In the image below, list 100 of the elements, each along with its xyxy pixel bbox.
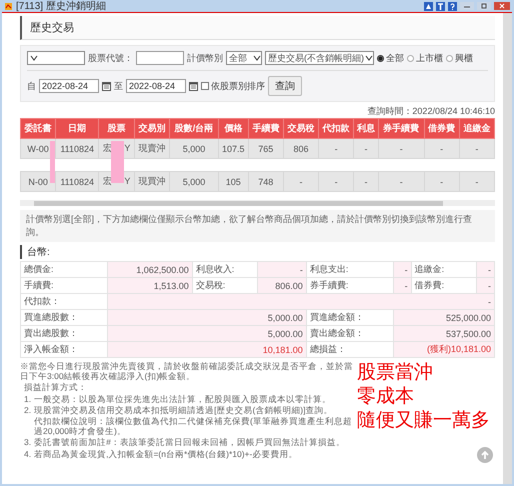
- table-cell: 748: [248, 172, 284, 192]
- radio-button[interactable]: [446, 54, 453, 62]
- column-header: 委託書: [20, 118, 56, 138]
- summary-label: 利息收入:: [192, 262, 258, 278]
- summary-label: 淨入帳金額：: [20, 342, 108, 358]
- summary-value: 525,000.00: [393, 310, 494, 326]
- section-title: 歷史交易: [20, 16, 495, 40]
- dropdown-caret-icon: [30, 53, 38, 63]
- dropdown-caret-icon: [253, 53, 261, 63]
- summary-label: 代扣款：: [20, 294, 108, 310]
- app-icon: [4, 2, 13, 10]
- calendar-icon[interactable]: [102, 82, 111, 90]
- summary-value: 10,181.00: [107, 342, 306, 358]
- summary-value: 5,000.00: [107, 326, 306, 342]
- trade-type-select[interactable]: 歷史交易(不含銷帳明細): [265, 51, 374, 65]
- table-cell: 1110824: [56, 172, 99, 192]
- table-cell: -: [378, 138, 424, 158]
- account-select[interactable]: [27, 51, 85, 65]
- summary-label: 總價金:: [20, 262, 108, 278]
- to-label: 至: [114, 80, 123, 92]
- summary-value: 1,513.00: [107, 278, 192, 294]
- table-cell: -: [318, 172, 354, 192]
- column-header: 代扣款: [318, 118, 354, 138]
- list-number: 4.: [24, 448, 32, 459]
- summary-heading: 台幣:: [20, 245, 495, 259]
- query-button[interactable]: 查詢: [268, 76, 302, 96]
- radio-button[interactable]: [407, 54, 414, 62]
- column-header: 利息: [354, 118, 378, 138]
- table-cell: 5,000: [170, 138, 218, 158]
- column-header: 手續費: [248, 118, 284, 138]
- minimize-icon[interactable]: [460, 2, 474, 10]
- radio-label[interactable]: 全部: [386, 52, 404, 64]
- handwritten-text: 股票當沖: [357, 361, 434, 385]
- currency-note: 計價幣別選[全部]，下方加總欄位僅顯示台幣加總，欲了解台幣商品個項加總，請於計價幣別切換到該幣別進行查詢。: [20, 210, 495, 242]
- calendar-icon[interactable]: [189, 82, 198, 90]
- radio-label[interactable]: 上市櫃: [416, 52, 443, 64]
- column-header: 券手續費: [378, 118, 424, 138]
- table-cell: 1110824: [56, 138, 99, 158]
- currency-select[interactable]: 全部: [226, 51, 262, 65]
- help-icon[interactable]: [448, 2, 457, 10]
- summary-label: 買進總金額：: [306, 310, 394, 326]
- summary-value: -: [393, 262, 412, 278]
- summary-label: 賣出總金額：: [306, 326, 394, 342]
- list-number: 1.: [24, 394, 32, 404]
- radio-button[interactable]: [377, 54, 384, 62]
- column-header: 交易稅: [283, 118, 319, 138]
- table-cell: -: [378, 172, 424, 192]
- list-number: 3.: [24, 437, 32, 448]
- summary-value: -: [476, 262, 494, 278]
- table-cell: 806: [283, 138, 319, 158]
- summary-value: 806.00: [257, 278, 306, 294]
- radio-label[interactable]: 興櫃: [455, 52, 473, 64]
- note-text: 一般交易：以股為單位採先進先出法計算，配股與匯入股票成本以零計算。: [34, 394, 332, 404]
- summary-value: 5,000.00: [107, 310, 306, 326]
- table-cell: 現賣沖: [134, 138, 170, 158]
- summary-value: 537,500.00: [393, 326, 494, 342]
- column-header: 日期: [56, 118, 99, 138]
- redaction-mark: [111, 141, 124, 183]
- summary-value: -: [107, 294, 494, 310]
- table-cell: -: [354, 172, 378, 192]
- column-header: 追繳金: [459, 118, 494, 138]
- from-label: 自: [27, 80, 36, 92]
- summary-label: 總損益：: [306, 342, 394, 358]
- column-header: 股數/台兩: [170, 118, 218, 138]
- column-header: 交易別: [134, 118, 170, 138]
- summary-label: 賣出總股數：: [20, 326, 108, 342]
- column-header: 股票: [98, 118, 134, 138]
- from-date-field[interactable]: 2022-08-24: [39, 79, 99, 93]
- notes-heading: 損益計算方式：: [24, 382, 87, 393]
- summary-value: -: [257, 262, 306, 278]
- handwritten-text: 隨便又賺一萬多: [357, 408, 491, 432]
- maximize-icon[interactable]: [477, 2, 491, 10]
- summary-label: 交易稅:: [192, 278, 258, 294]
- up-arrow-icon: [480, 450, 490, 460]
- close-icon[interactable]: [494, 2, 510, 10]
- table-cell: -: [354, 138, 378, 158]
- warning-note: ※當您今日進行現股當沖先賣後買，請於收盤前確認委託成交狀況是否平倉，並於當日下午3:00結帳後再次確認淨入(扣)帳金額。: [20, 361, 353, 382]
- column-header: 價格: [218, 118, 248, 138]
- handwritten-text: 零成本: [357, 384, 415, 408]
- redaction-mark: [50, 141, 55, 183]
- table-cell: 765: [248, 138, 284, 158]
- summary-label: 追繳金:: [411, 262, 476, 278]
- summary-label: 利息支出:: [306, 262, 394, 278]
- table-cell: -: [459, 172, 494, 192]
- table-cell: -: [424, 172, 460, 192]
- summary-value: 1,062,500.00: [107, 262, 192, 278]
- table-cell: -: [318, 138, 354, 158]
- to-date-field[interactable]: 2022-08-24: [126, 79, 186, 93]
- stock-code-field[interactable]: [136, 51, 184, 65]
- summary-label: 手續費:: [20, 278, 108, 294]
- sort-by-stock-checkbox[interactable]: 依股票別排序: [201, 80, 265, 92]
- summary-label: 買進總股數：: [20, 310, 108, 326]
- stock-code-label: 股票代號：: [88, 52, 133, 64]
- table-cell: 107.5: [218, 138, 248, 158]
- note-text: 現股當沖交易及信用交易成本扣抵明細請透過[歷史交易(含銷帳明細)]查詢。: [34, 404, 332, 415]
- note-text: 委託書號前面加註#：表該筆委託當日回報未回補，因帳戶買回無法計算損益。: [34, 437, 345, 448]
- summary-value: (獲利)10,181.00: [393, 342, 494, 358]
- table-cell: 5,000: [170, 172, 218, 192]
- text-icon[interactable]: [436, 2, 445, 10]
- table-cell: N-00: [20, 172, 56, 192]
